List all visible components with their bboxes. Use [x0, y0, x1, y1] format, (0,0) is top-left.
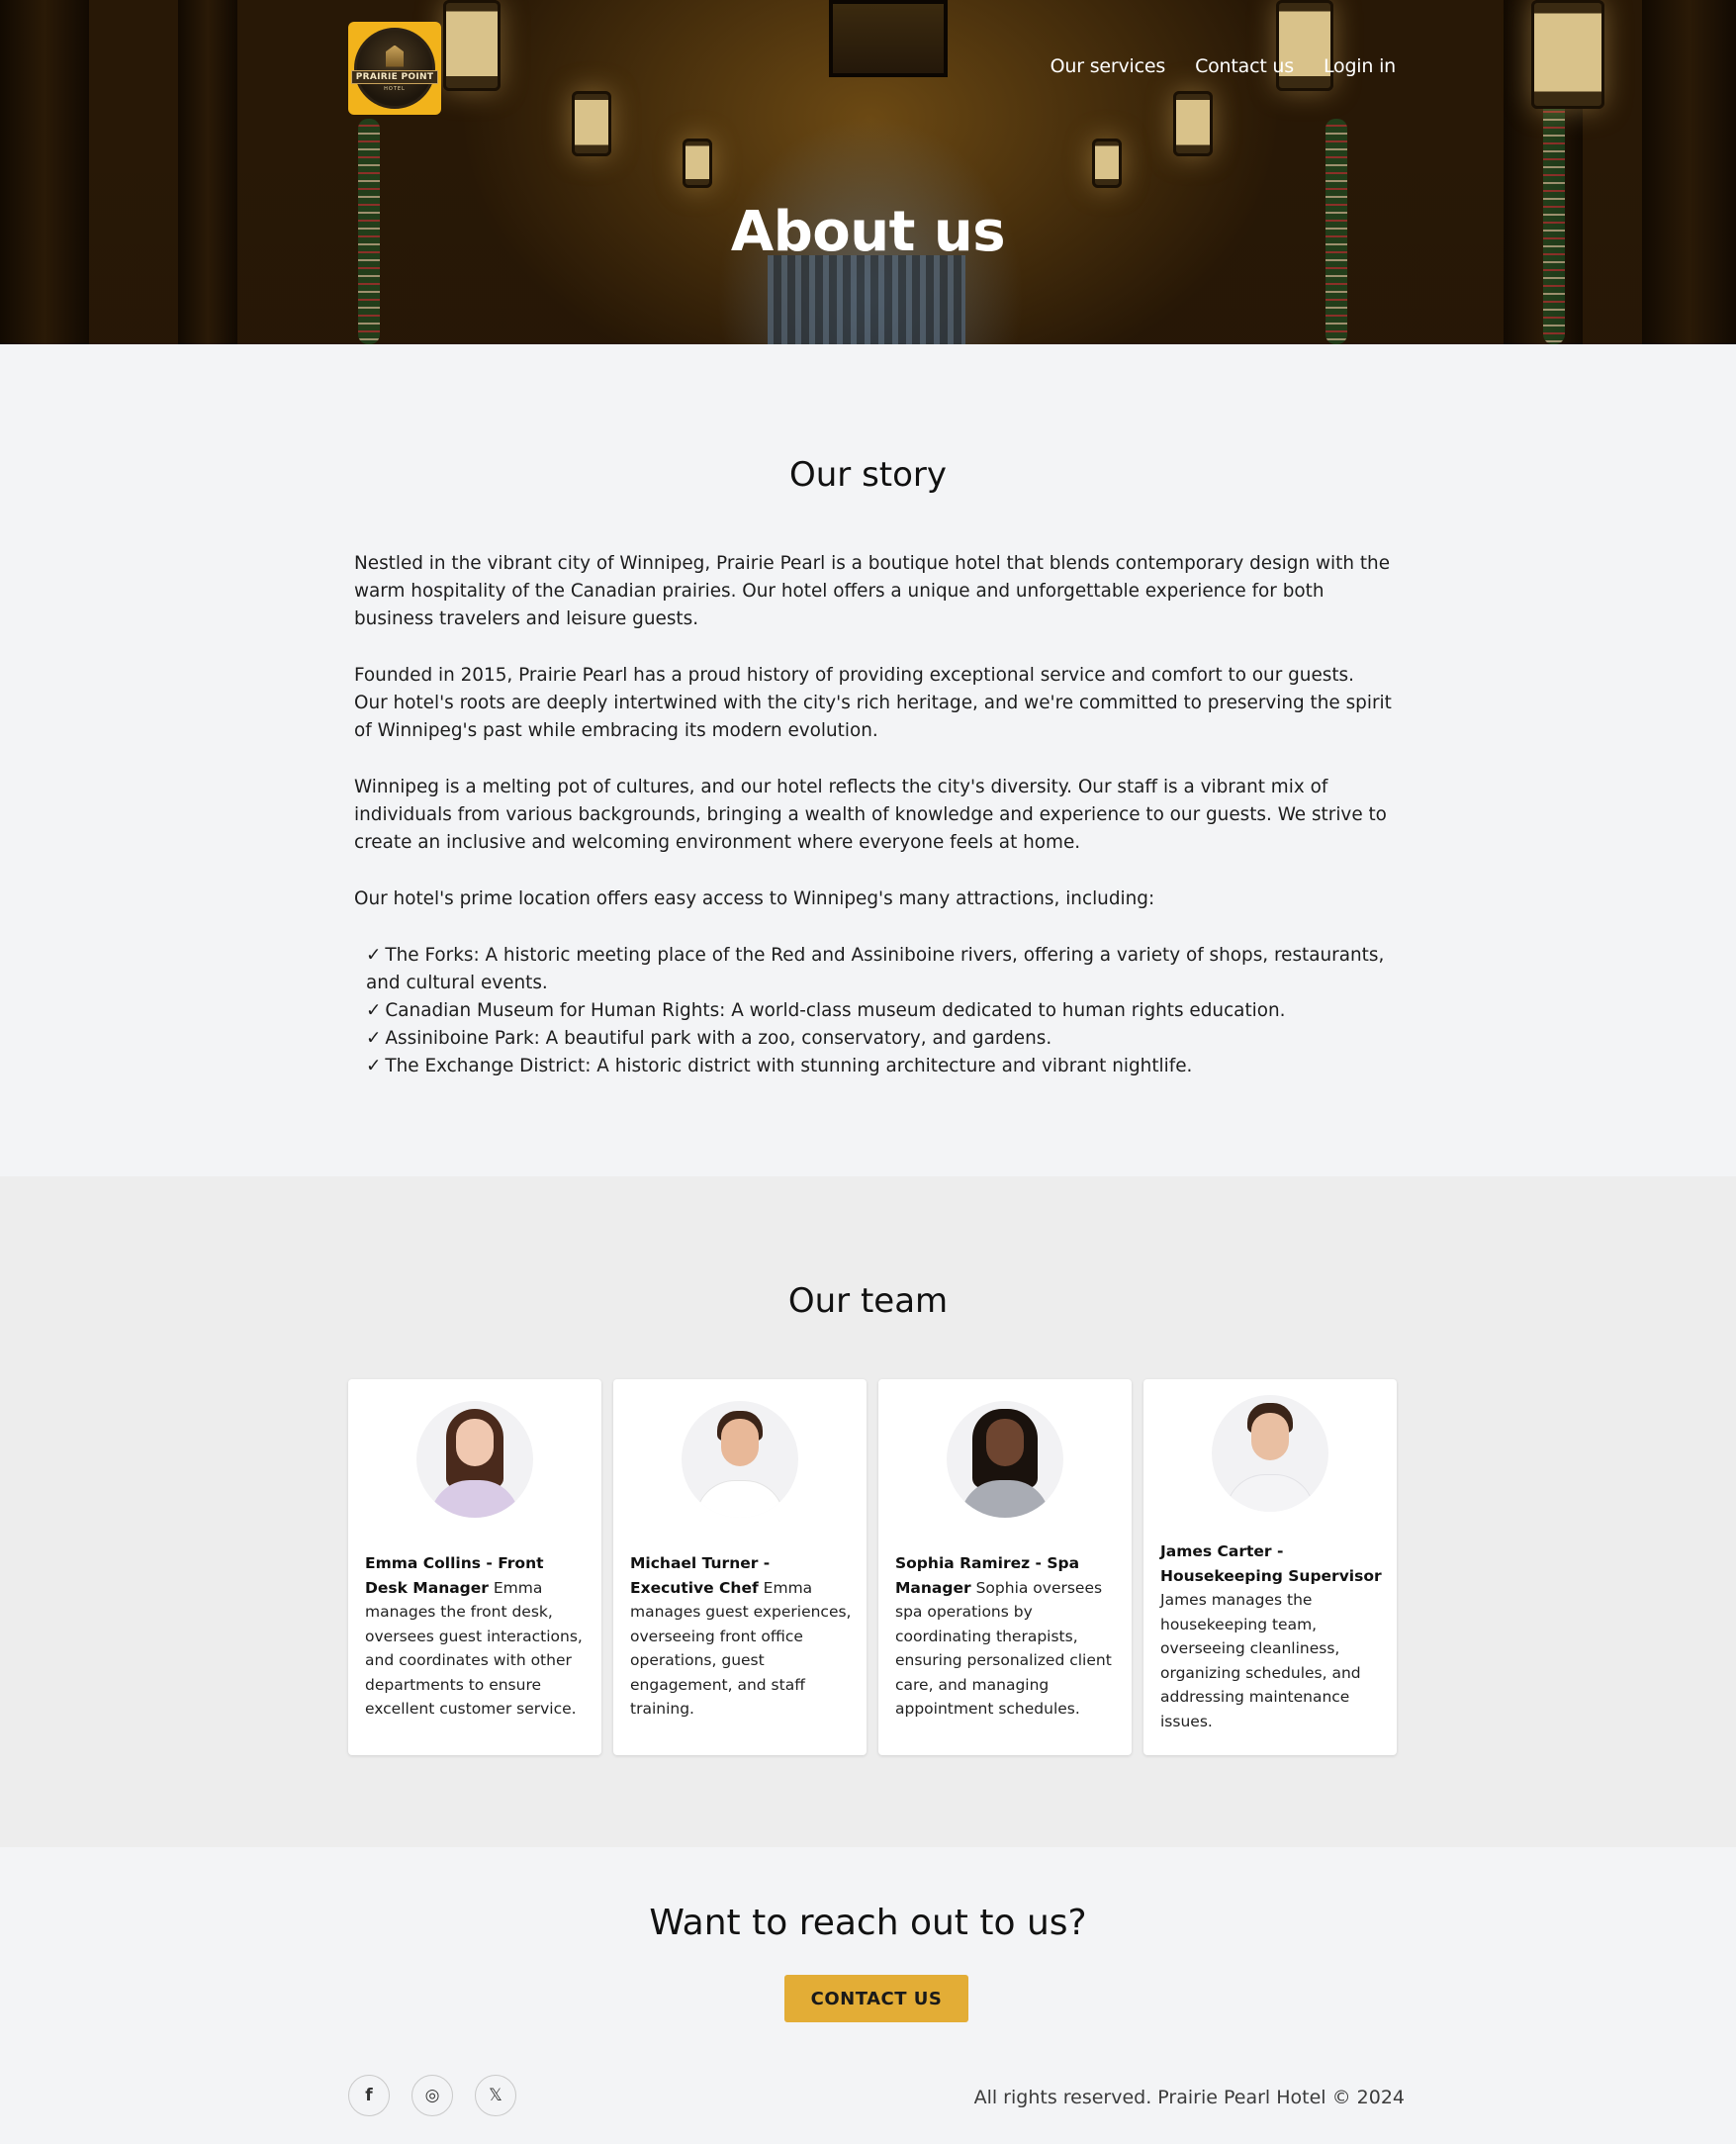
- attraction-text: Canadian Museum for Human Rights: A worl…: [385, 1000, 1286, 1021]
- team-card: James Carter - Housekeeping Supervisor J…: [1143, 1379, 1397, 1755]
- contact-cta-section: Want to reach out to us? CONTACT US: [0, 1847, 1736, 2038]
- hero-lantern: [683, 139, 712, 188]
- avatar-body: [1226, 1474, 1315, 1512]
- checkmark-icon: ✓: [366, 945, 382, 966]
- team-member-bio: Sophia oversees spa operations by coordi…: [895, 1578, 1112, 1719]
- logo-tower-icon: [386, 45, 404, 67]
- list-item: ✓ The Forks: A historic meeting place of …: [366, 942, 1393, 997]
- list-item: ✓ Canadian Museum for Human Rights: A wor…: [366, 997, 1393, 1025]
- nav-our-services[interactable]: Our services: [1051, 55, 1166, 77]
- logo-badge: PRAIRIE POINT HOTEL: [350, 28, 439, 109]
- team-member-bio: Emma manages guest experiences, overseei…: [630, 1578, 852, 1719]
- footer: f ◎ 𝕏 All rights reserved. Prairie Pearl…: [0, 2038, 1736, 2144]
- list-item: ✓ Assiniboine Park: A beautiful park with…: [366, 1025, 1393, 1053]
- page-title: About us: [730, 200, 1006, 264]
- team-bio: Emma Collins - Front Desk Manager Emma m…: [365, 1551, 588, 1722]
- hero-lantern: [443, 0, 501, 91]
- team-member-name: James Carter - Housekeeping Supervisor: [1160, 1542, 1382, 1585]
- our-story-section: Our story Nestled in the vibrant city of…: [0, 344, 1736, 1176]
- team-member-name: Michael Turner - Executive Chef: [630, 1554, 771, 1597]
- cta-heading: Want to reach out to us?: [649, 1903, 1087, 1943]
- nav-contact-us[interactable]: Contact us: [1195, 55, 1294, 77]
- story-paragraph: Nestled in the vibrant city of Winnipeg,…: [354, 553, 1391, 629]
- team-bio: James Carter - Housekeeping Supervisor J…: [1160, 1539, 1383, 1733]
- story-paragraph: Our hotel's prime location offers easy a…: [354, 888, 1155, 909]
- team-member-bio: James manages the housekeeping team, ove…: [1160, 1591, 1361, 1730]
- logo-text: PRAIRIE POINT: [350, 69, 439, 84]
- checkmark-icon: ✓: [366, 1028, 382, 1049]
- avatar-face: [456, 1419, 494, 1466]
- avatar-face: [721, 1419, 759, 1466]
- avatar-body: [695, 1480, 784, 1518]
- hero-lantern: [1276, 0, 1333, 91]
- avatar: [416, 1401, 533, 1518]
- hero-lantern: [572, 91, 611, 156]
- copyright-text: All rights reserved. Prairie Pearl Hotel…: [973, 2087, 1405, 2108]
- team-heading: Our team: [787, 1281, 949, 1321]
- facebook-icon[interactable]: f: [348, 2075, 390, 2116]
- team-bio: Sophia Ramirez - Spa Manager Sophia over…: [895, 1551, 1118, 1722]
- hero-header: PRAIRIE POINT HOTEL Our services Contact…: [0, 0, 1736, 344]
- story-paragraph: Winnipeg is a melting pot of cultures, a…: [354, 777, 1387, 853]
- nav-login[interactable]: Login in: [1324, 55, 1396, 77]
- checkmark-icon: ✓: [366, 1056, 382, 1076]
- our-team-section: Our team Emma Collins - Front Desk Manag…: [0, 1176, 1736, 1847]
- team-card: Emma Collins - Front Desk Manager Emma m…: [348, 1379, 601, 1755]
- story-body: Nestled in the vibrant city of Winnipeg,…: [354, 550, 1393, 1080]
- hero-lantern: [1531, 0, 1604, 109]
- list-item: ✓ The Exchange District: A historic distr…: [366, 1053, 1393, 1080]
- team-cards: Emma Collins - Front Desk Manager Emma m…: [348, 1379, 1397, 1755]
- team-bio: Michael Turner - Executive Chef Emma man…: [630, 1551, 853, 1722]
- story-heading: Our story: [788, 455, 948, 495]
- main-nav: Our services Contact us Login in: [1051, 55, 1397, 77]
- contact-us-button[interactable]: CONTACT US: [784, 1975, 968, 2022]
- hero-door: [768, 255, 965, 344]
- team-card: Michael Turner - Executive Chef Emma man…: [613, 1379, 867, 1755]
- hero-lantern: [1173, 91, 1213, 156]
- avatar-body: [960, 1480, 1050, 1518]
- attractions-list: ✓ The Forks: A historic meeting place of …: [366, 942, 1393, 1080]
- avatar-face: [986, 1419, 1024, 1466]
- hero-background-pillar: [1642, 0, 1736, 344]
- hero-lantern: [1092, 139, 1122, 188]
- team-card: Sophia Ramirez - Spa Manager Sophia over…: [878, 1379, 1132, 1755]
- hero-window: [829, 0, 948, 77]
- avatar-face: [1251, 1413, 1289, 1460]
- social-links: f ◎ 𝕏: [348, 2075, 516, 2116]
- avatar-body: [430, 1480, 519, 1518]
- x-icon[interactable]: 𝕏: [475, 2075, 516, 2116]
- hero-background-pillar: [0, 0, 89, 344]
- team-member-bio: Emma manages the front desk, oversees gu…: [365, 1578, 583, 1719]
- checkmark-icon: ✓: [366, 1000, 382, 1021]
- instagram-icon[interactable]: ◎: [411, 2075, 453, 2116]
- avatar: [682, 1401, 798, 1518]
- hero-background-pillar: [178, 0, 237, 344]
- attraction-text: Assiniboine Park: A beautiful park with …: [385, 1028, 1052, 1049]
- attraction-text: The Forks: A historic meeting place of t…: [366, 945, 1385, 993]
- avatar: [1212, 1395, 1328, 1512]
- story-paragraph: Founded in 2015, Prairie Pearl has a pro…: [354, 665, 1392, 741]
- hotel-logo[interactable]: PRAIRIE POINT HOTEL: [348, 22, 441, 115]
- attraction-text: The Exchange District: A historic distri…: [385, 1056, 1193, 1076]
- avatar: [947, 1401, 1063, 1518]
- logo-subtext: HOTEL: [384, 85, 406, 92]
